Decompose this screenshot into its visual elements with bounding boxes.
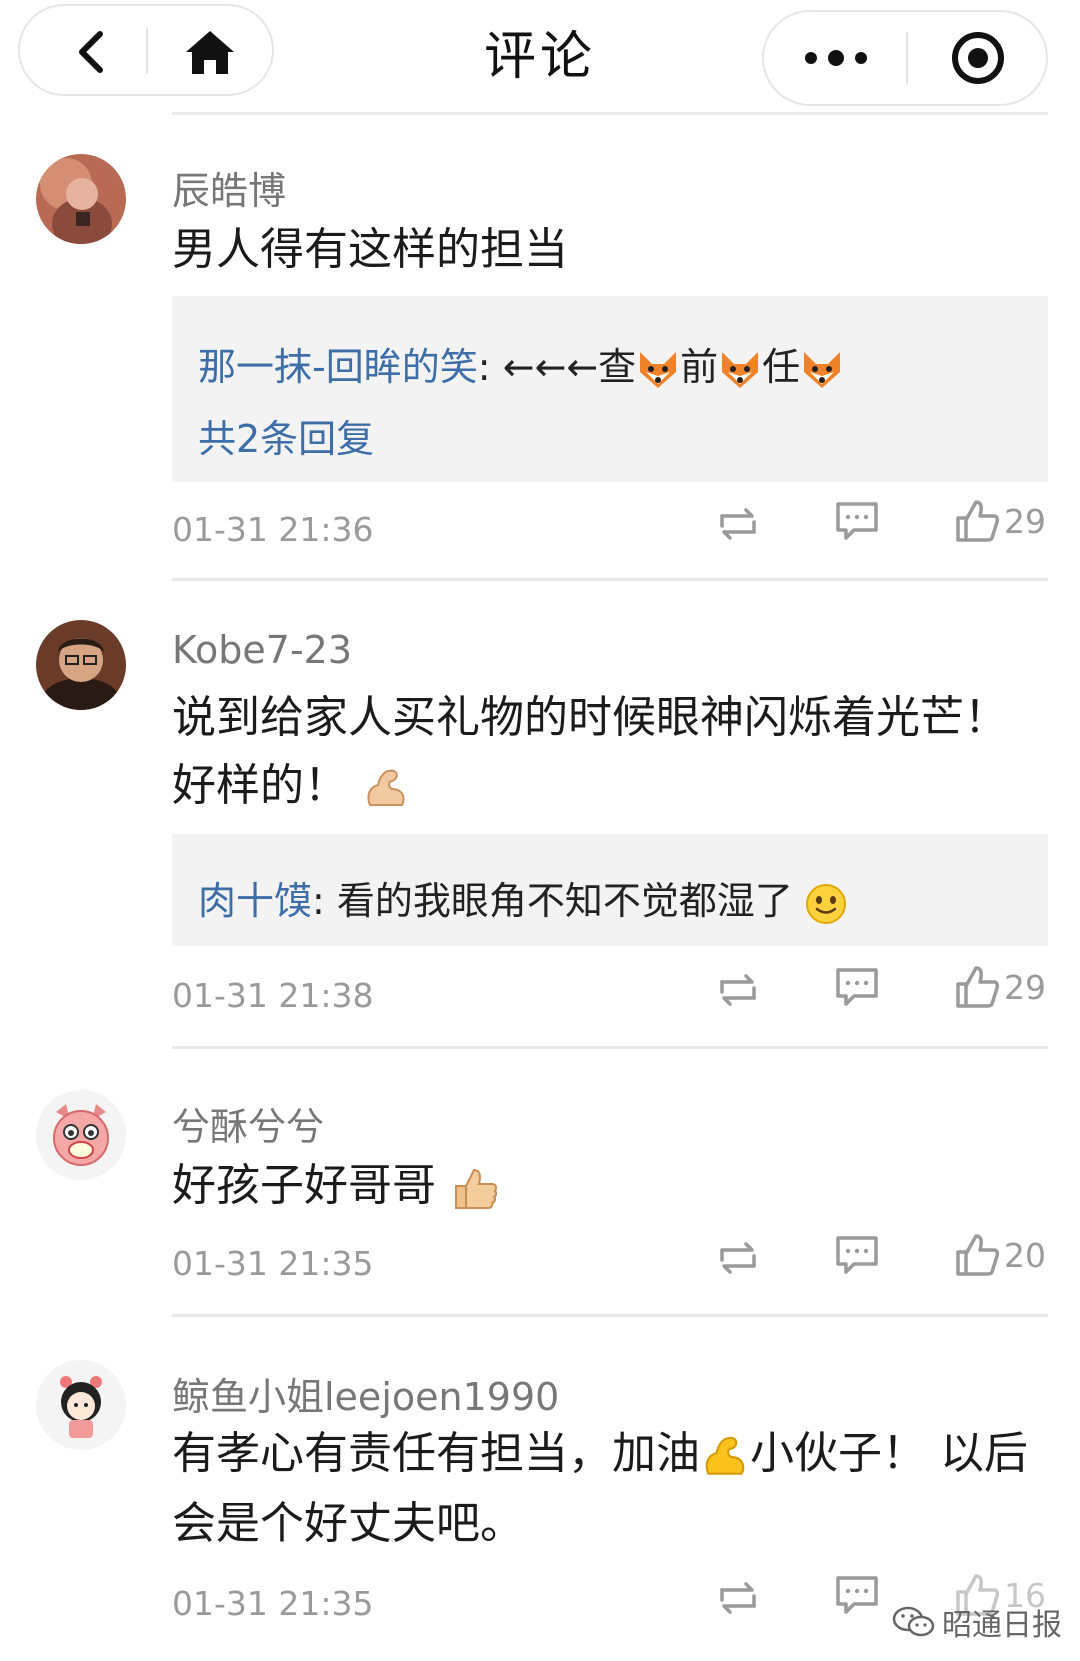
reply-line: 肉十馍: 看的我眼角不知不觉都湿了 (198, 870, 847, 925)
thumbs-up-icon (956, 1234, 1000, 1276)
comment-text: 有孝心有责任有担当，加油 (172, 1428, 700, 1479)
more-button[interactable] (784, 30, 888, 86)
reply-count-link[interactable]: 共2条回复 (198, 408, 374, 463)
nav-bar: 评论 (0, 0, 1080, 110)
smile-emoji-icon (806, 883, 846, 924)
reply-box[interactable]: 肉十馍: 看的我眼角不知不觉都湿了 (172, 834, 1048, 946)
like-button[interactable]: 29 (954, 964, 1046, 1010)
flexed-biceps-emoji-icon (705, 1436, 745, 1475)
comment-text-part: 好样的！ (172, 760, 348, 811)
wechat-icon (892, 1606, 935, 1637)
comment-text-line: 好孩子好哥哥 (172, 1152, 500, 1220)
reply-box[interactable]: 那一抹-回眸的笑: ←←←查 前 任 共2条回复 (172, 296, 1048, 482)
repost-icon (720, 1242, 756, 1274)
repost-button[interactable] (714, 968, 762, 1012)
reply-text-part: 前 (680, 345, 719, 389)
thumbs-up-icon (956, 966, 1000, 1008)
username[interactable]: 鲸鱼小姐leejoen1990 (172, 1366, 559, 1421)
comment-icon (836, 1576, 878, 1614)
avatar[interactable] (36, 154, 126, 244)
username[interactable]: 辰皓博 (172, 160, 286, 215)
repost-button[interactable] (714, 1576, 762, 1620)
reply-text: : ←←←查 (477, 345, 637, 389)
record-circle-icon (952, 32, 1004, 84)
capsule-separator (906, 32, 908, 84)
flexed-biceps-emoji-icon (367, 769, 405, 806)
reply-username[interactable]: 肉十馍 (198, 879, 312, 923)
close-miniapp-button[interactable] (928, 26, 1028, 90)
reply-username[interactable]: 那一抹-回眸的笑 (198, 345, 478, 389)
comment-time: 01-31 21:35 (172, 1584, 374, 1623)
comment-text-line2: 会是个好丈夫吧。 (172, 1498, 524, 1549)
like-count: 29 (1004, 501, 1046, 541)
repost-button[interactable] (714, 502, 762, 546)
comment-time: 01-31 21:38 (172, 976, 374, 1015)
comment-text: 说到给家人买礼物的时候眼神闪烁着光芒！ (172, 692, 1008, 743)
comment-text-line: 有孝心有责任有担当，加油 小伙子！ 以后 (172, 1420, 1028, 1488)
username[interactable]: Kobe7-23 (172, 628, 352, 672)
repost-button[interactable] (714, 1236, 762, 1280)
fox-emoji-icon (640, 351, 677, 388)
comment-divider (172, 578, 1048, 581)
comment-icon (836, 502, 878, 540)
avatar[interactable] (36, 620, 126, 710)
like-button[interactable]: 29 (954, 498, 1046, 544)
like-button[interactable]: 20 (954, 1232, 1046, 1278)
comment-time: 01-31 21:36 (172, 510, 374, 549)
header-divider (172, 112, 1048, 115)
reply-text-part: 任 (762, 345, 801, 389)
comment-time: 01-31 21:35 (172, 1244, 374, 1283)
reply-line: 那一抹-回眸的笑: ←←←查 前 任 (198, 336, 844, 391)
source-watermark: 昭通日报 (892, 1600, 1062, 1644)
comment-text: 好孩子好哥哥 (172, 1160, 436, 1211)
repost-icon (720, 974, 756, 1006)
comment-text-part: 小伙子！ 以后 (750, 1428, 1028, 1479)
repost-icon (720, 508, 756, 540)
reply-button[interactable] (834, 966, 880, 1010)
nav-right-capsule (762, 10, 1048, 106)
comment-text-line2: 好样的！ (172, 752, 410, 820)
comment-icon (836, 1236, 878, 1274)
more-dots-icon (805, 50, 867, 66)
username[interactable]: 兮酥兮兮 (172, 1096, 324, 1151)
reply-button[interactable] (834, 1234, 880, 1278)
thumbs-up-emoji-icon (455, 1168, 498, 1209)
avatar[interactable] (36, 1090, 126, 1180)
reply-button[interactable] (834, 500, 880, 544)
comment-divider (172, 1046, 1048, 1049)
comment-icon (836, 968, 878, 1006)
reply-button[interactable] (834, 1574, 880, 1618)
watermark-text: 昭通日报 (942, 1608, 1062, 1643)
fox-emoji-icon (722, 351, 759, 388)
avatar[interactable] (36, 1360, 126, 1450)
comment-text: 男人得有这样的担当 (172, 224, 568, 275)
repost-icon (720, 1582, 756, 1614)
like-count: 29 (1004, 967, 1046, 1007)
reply-text: : 看的我眼角不知不觉都湿了 (312, 879, 793, 923)
comment-divider (172, 1314, 1048, 1317)
thumbs-up-icon (956, 500, 1000, 542)
like-count: 20 (1004, 1235, 1046, 1275)
fox-emoji-icon (804, 351, 841, 388)
